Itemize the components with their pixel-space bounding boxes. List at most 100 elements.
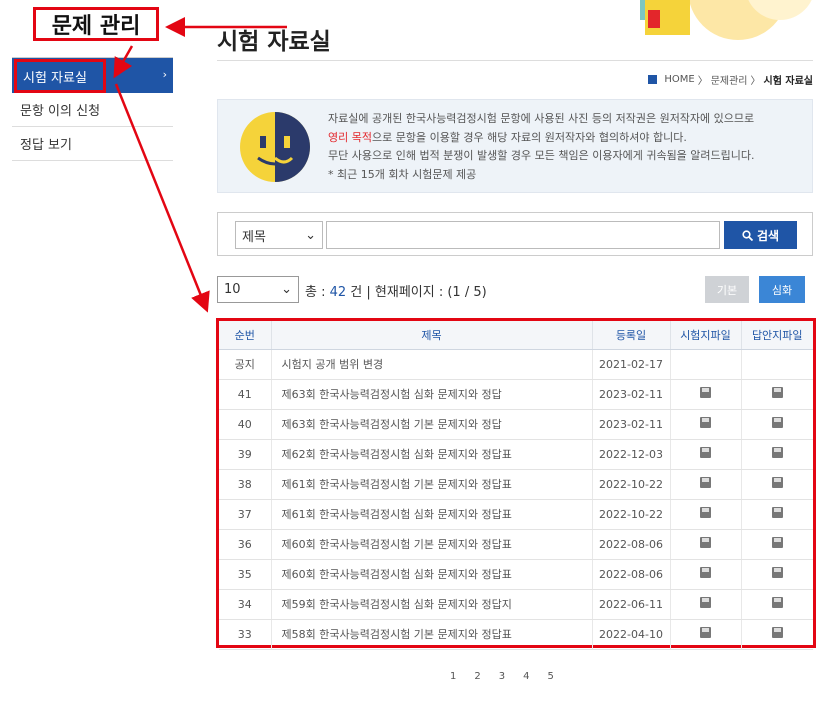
table-header-row: 순번 제목 등록일 시험지파일 답안지파일	[219, 321, 813, 350]
col-header-title: 제목	[271, 321, 593, 350]
page-link[interactable]: 1	[450, 671, 456, 682]
row-date: 2023-02-11	[592, 409, 671, 440]
exam-file-download-icon[interactable]	[700, 477, 711, 488]
row-title-link[interactable]: 시험지 공개 범위 변경	[271, 349, 593, 380]
answer-file-download-icon[interactable]	[771, 597, 783, 608]
divider	[217, 60, 813, 61]
search-icon	[742, 229, 753, 241]
row-title-link[interactable]: 제61회 한국사능력검정시험 기본 문제지와 정답표	[271, 469, 593, 500]
table-row[interactable]: 40 제63회 한국사능력검정시험 기본 문제지와 정답 2023-02-11	[219, 409, 813, 440]
page-title: 시험 자료실	[217, 29, 331, 55]
table-row[interactable]: 공지 시험지 공개 범위 변경 2021-02-17	[219, 349, 813, 380]
row-title-link[interactable]: 제60회 한국사능력검정시험 심화 문제지와 정답표	[271, 559, 593, 590]
row-title-link[interactable]: 제58회 한국사능력검정시험 기본 문제지와 정답표	[271, 619, 593, 650]
row-title-link[interactable]: 제62회 한국사능력검정시험 심화 문제지와 정답표	[271, 439, 593, 470]
sidebar-item-objection[interactable]: 문항 이의 신청	[12, 93, 173, 127]
col-header-answer-file: 답안지파일	[741, 321, 813, 350]
table-row[interactable]: 34 제59회 한국사능력검정시험 심화 문제지와 정답지 2022-06-11	[219, 589, 813, 620]
sidebar-item-answers[interactable]: 정답 보기	[12, 127, 173, 161]
sidebar-item-exam-archive[interactable]: 시험 자료실 ›	[12, 57, 173, 93]
decorative-flag	[648, 10, 660, 28]
table-row[interactable]: 35 제60회 한국사능력검정시험 심화 문제지와 정답표 2022-08-06	[219, 559, 813, 590]
search-input[interactable]	[326, 221, 720, 249]
exam-file-download-icon[interactable]	[700, 417, 711, 428]
page-link[interactable]: 2	[474, 671, 480, 682]
file-cell	[741, 409, 813, 440]
answer-file-download-icon[interactable]	[771, 537, 783, 548]
exam-file-download-icon[interactable]	[700, 387, 711, 398]
table-row[interactable]: 38 제61회 한국사능력검정시험 기본 문제지와 정답표 2022-10-22	[219, 469, 813, 500]
page-size-select[interactable]: 10 ⌄	[217, 276, 299, 303]
row-date: 2021-02-17	[592, 349, 671, 380]
answer-file-download-icon[interactable]	[771, 567, 783, 578]
exam-table: 순번 제목 등록일 시험지파일 답안지파일 공지 시험지 공개 범위 변경 2021…	[216, 318, 816, 650]
table-row[interactable]: 33 제58회 한국사능력검정시험 기본 문제지와 정답표 2022-04-10	[219, 619, 813, 650]
breadcrumb-home[interactable]: HOME	[664, 74, 694, 85]
table-row[interactable]: 36 제60회 한국사능력검정시험 기본 문제지와 정답표 2022-08-06	[219, 529, 813, 560]
row-date: 2022-08-06	[592, 529, 671, 560]
answer-file-download-icon[interactable]	[771, 387, 783, 398]
exam-file-download-icon[interactable]	[700, 507, 711, 518]
file-cell	[741, 529, 813, 560]
file-cell	[741, 589, 813, 620]
file-cell	[670, 379, 742, 410]
smiley-icon	[240, 112, 310, 182]
chevron-down-icon: ⌄	[305, 227, 316, 243]
row-title-link[interactable]: 제60회 한국사능력검정시험 기본 문제지와 정답표	[271, 529, 593, 560]
row-number: 공지	[219, 349, 272, 380]
breadcrumb-level1[interactable]: 문제관리	[711, 72, 748, 87]
result-count: 총 : 42 건 | 현재페이지 : (1 / 5)	[305, 285, 487, 300]
answer-file-download-icon[interactable]	[771, 477, 783, 488]
chevron-right-icon: ›	[162, 68, 167, 81]
file-cell	[741, 379, 813, 410]
file-cell	[670, 499, 742, 530]
row-date: 2022-04-10	[592, 619, 671, 650]
exam-file-download-icon[interactable]	[700, 537, 711, 548]
row-number: 39	[219, 439, 272, 470]
search-button[interactable]: 검색	[724, 221, 797, 249]
file-cell	[670, 619, 742, 650]
file-cell	[741, 349, 813, 380]
row-date: 2022-12-03	[592, 439, 671, 470]
col-header-date: 등록일	[592, 321, 671, 350]
answer-file-download-icon[interactable]	[771, 447, 783, 458]
table-row[interactable]: 41 제63회 한국사능력검정시험 심화 문제지와 정답 2023-02-11	[219, 379, 813, 410]
sidebar: 시험 자료실 › 문항 이의 신청 정답 보기	[12, 57, 173, 161]
exam-file-download-icon[interactable]	[700, 627, 711, 638]
exam-file-download-icon[interactable]	[700, 447, 711, 458]
row-date: 2023-02-11	[592, 379, 671, 410]
row-title-link[interactable]: 제59회 한국사능력검정시험 심화 문제지와 정답지	[271, 589, 593, 620]
row-number: 34	[219, 589, 272, 620]
row-number: 40	[219, 409, 272, 440]
exam-file-download-icon[interactable]	[700, 597, 711, 608]
search-field-select[interactable]: 제목 ⌄	[235, 221, 323, 249]
file-cell	[741, 499, 813, 530]
copyright-notice: 자료실에 공개된 한국사능력검정시험 문항에 사용된 사진 등의 저작권은 원저…	[217, 99, 813, 193]
row-title-link[interactable]: 제63회 한국사능력검정시험 기본 문제지와 정답	[271, 409, 593, 440]
home-icon	[648, 75, 658, 84]
file-cell	[670, 439, 742, 470]
search-box: 제목 ⌄ 검색	[217, 212, 813, 256]
advanced-filter-button[interactable]: 심화	[759, 276, 805, 303]
table-row[interactable]: 39 제62회 한국사능력검정시험 심화 문제지와 정답표 2022-12-03	[219, 439, 813, 470]
file-cell	[670, 469, 742, 500]
basic-filter-button[interactable]: 기본	[705, 276, 749, 303]
page-link[interactable]: 5	[548, 671, 554, 682]
exam-file-download-icon[interactable]	[700, 567, 711, 578]
row-number: 41	[219, 379, 272, 410]
row-title-link[interactable]: 제61회 한국사능력검정시험 심화 문제지와 정답표	[271, 499, 593, 530]
row-title-link[interactable]: 제63회 한국사능력검정시험 심화 문제지와 정답	[271, 379, 593, 410]
chevron-down-icon: ⌄	[281, 282, 292, 297]
row-number: 33	[219, 619, 272, 650]
row-number: 35	[219, 559, 272, 590]
answer-file-download-icon[interactable]	[771, 417, 783, 428]
page-link[interactable]: 3	[499, 671, 505, 682]
page-link[interactable]: 4	[523, 671, 529, 682]
annotation-label: 문제 관리	[33, 7, 159, 41]
breadcrumb-current: 시험 자료실	[763, 76, 813, 87]
answer-file-download-icon[interactable]	[771, 627, 783, 638]
answer-file-download-icon[interactable]	[771, 507, 783, 518]
row-date: 2022-08-06	[592, 559, 671, 590]
pagination: 1 2 3 4 5	[450, 671, 554, 682]
table-row[interactable]: 37 제61회 한국사능력검정시험 심화 문제지와 정답표 2022-10-22	[219, 499, 813, 530]
